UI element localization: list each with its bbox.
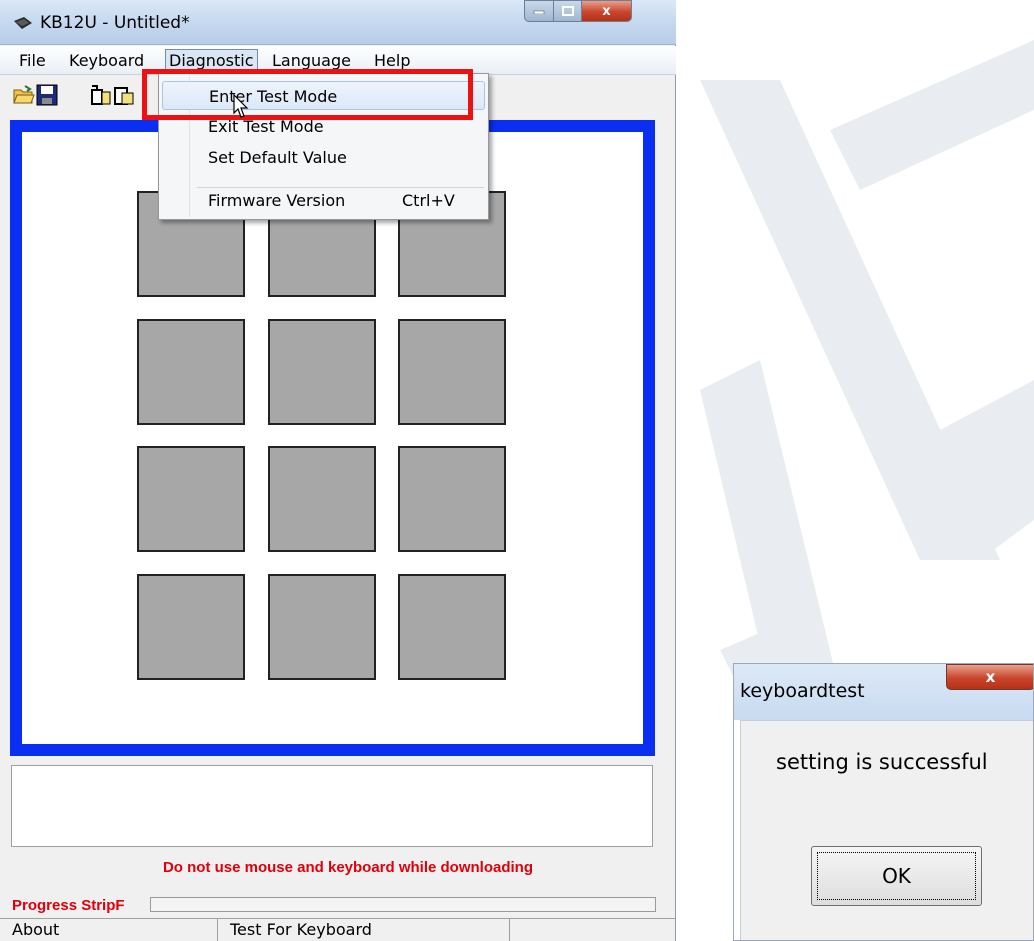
menu-item-label: Set Default Value (208, 148, 347, 167)
dialog-title-bar: keyboardtest x (734, 664, 1033, 720)
maximize-icon (561, 6, 574, 16)
dialog-close-button[interactable]: x (946, 664, 1033, 690)
open-folder-icon[interactable] (13, 84, 35, 106)
keyboard-app-icon (14, 17, 32, 29)
log-textbox[interactable] (11, 765, 653, 847)
dialog-title: keyboardtest (740, 680, 865, 702)
status-bar: About Test For Keyboard (0, 918, 676, 941)
ok-button[interactable]: OK (811, 846, 982, 906)
caption-buttons: x (524, 0, 632, 22)
status-mode: Test For Keyboard (218, 919, 510, 941)
mouse-cursor-icon (233, 94, 249, 118)
highlight-annotation (142, 69, 473, 120)
keypad-key[interactable] (398, 574, 506, 680)
keypad-key[interactable] (398, 319, 506, 425)
close-icon: x (985, 668, 996, 686)
status-about: About (0, 919, 218, 941)
progress-label: Progress StripF (12, 897, 125, 914)
menu-file[interactable]: File (16, 50, 49, 72)
status-extra (510, 919, 676, 941)
paste-icon[interactable] (113, 84, 135, 106)
menu-item-shortcut: Ctrl+V (402, 191, 455, 210)
ok-button-label: OK (817, 852, 976, 900)
keypad-key[interactable] (268, 446, 376, 552)
keypad-key[interactable] (268, 319, 376, 425)
menu-item-set-default-value[interactable]: Set Default Value (162, 143, 485, 172)
save-icon[interactable] (36, 84, 58, 106)
menu-item-label: Firmware Version (208, 191, 346, 210)
close-button[interactable]: x (582, 0, 632, 22)
menu-keyboard[interactable]: Keyboard (66, 50, 147, 72)
menu-item-firmware-version[interactable]: Firmware Version Ctrl+V (162, 186, 485, 215)
minimize-icon (533, 10, 545, 14)
dialog-body: setting is successful OK (740, 720, 1033, 940)
window-title: KB12U - Untitled* (40, 13, 190, 33)
minimize-button[interactable] (524, 0, 554, 22)
download-warning: Do not use mouse and keyboard while down… (162, 859, 534, 876)
keypad-key[interactable] (398, 446, 506, 552)
title-bar: KB12U - Untitled* x (0, 0, 676, 45)
progress-bar (150, 897, 656, 912)
keypad-key[interactable] (137, 319, 245, 425)
dialog-message: setting is successful (776, 750, 988, 774)
maximize-button[interactable] (554, 0, 582, 22)
close-icon: x (602, 3, 611, 19)
message-dialog: keyboardtest x setting is successful OK (733, 663, 1034, 941)
copy-icon[interactable] (90, 84, 112, 106)
keypad-key[interactable] (137, 574, 245, 680)
keypad-key[interactable] (137, 446, 245, 552)
keypad-key[interactable] (268, 574, 376, 680)
